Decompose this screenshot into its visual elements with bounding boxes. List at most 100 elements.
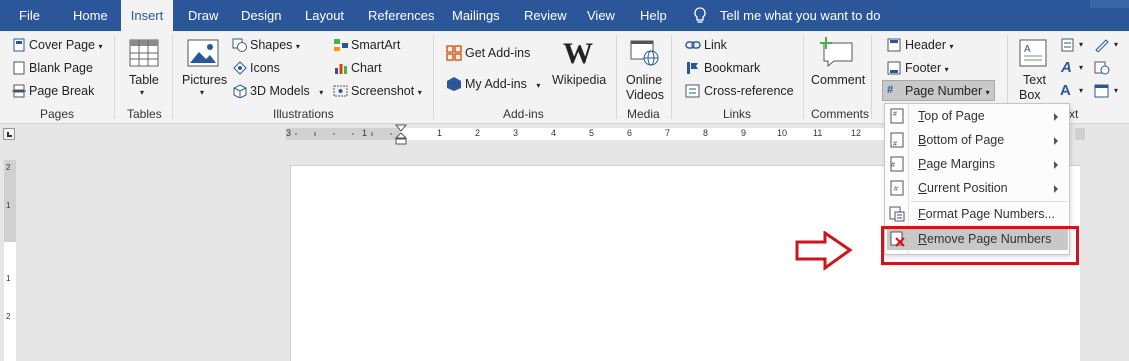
page-number-label: Page Number ▾ — [905, 84, 990, 98]
store-icon — [446, 45, 462, 61]
tab-view[interactable]: View — [587, 0, 615, 31]
red-highlight-box-annotation — [881, 226, 1079, 265]
menu-item-current-position[interactable]: Current Position — [918, 181, 1008, 195]
group-label-tables: Tables — [127, 107, 162, 121]
cover-page-button[interactable]: Cover Page ▾ — [29, 38, 103, 52]
lightbulb-icon — [694, 7, 706, 23]
menu-item-bottom-of-page[interactable]: Bottom of Page — [918, 133, 1004, 147]
menu-item-label: op of Page — [924, 109, 985, 123]
text-box-label-2[interactable]: Box — [1019, 88, 1041, 102]
object-dropdown[interactable]: ▾ — [1114, 86, 1118, 95]
ruler-number: 10 — [777, 128, 788, 138]
ruler-number: 2 — [475, 128, 481, 138]
cross-reference-button[interactable]: Cross-reference — [704, 84, 794, 98]
cross-reference-icon — [685, 84, 700, 98]
get-add-ins-button[interactable]: Get Add-ins — [465, 46, 530, 60]
blank-page-button[interactable]: Blank Page — [29, 61, 93, 75]
chart-button[interactable]: Chart — [351, 61, 382, 75]
cover-page-label: Cover Page — [29, 38, 96, 52]
tab-selector[interactable] — [3, 128, 15, 140]
tab-design[interactable]: Design — [241, 0, 281, 31]
tab-help[interactable]: Help — [640, 0, 667, 31]
header-label: Header — [905, 38, 946, 52]
my-add-ins-button[interactable]: My Add-ins ▾ — [465, 77, 540, 91]
tab-insert[interactable]: Insert — [121, 0, 173, 31]
page-break-button[interactable]: Page Break — [29, 84, 94, 98]
wordart-icon[interactable]: A — [1061, 59, 1072, 76]
accelerator-key: C — [918, 181, 928, 195]
tab-home[interactable]: Home — [73, 0, 108, 31]
ruler-number: 5 — [589, 128, 595, 138]
drop-cap-dropdown[interactable]: ▾ — [1079, 86, 1083, 95]
footer-button[interactable]: Footer ▾ — [905, 61, 949, 75]
ruler-number: 11 — [813, 128, 823, 138]
3d-models-label: 3D Models — [250, 84, 310, 98]
header-icon — [887, 38, 901, 52]
group-label-pages: Pages — [40, 107, 75, 121]
3d-models-button[interactable]: 3D Models ▾ — [250, 84, 323, 98]
ribbon-tab-bar: File Home Insert Draw Design Layout Refe… — [0, 0, 1129, 31]
group-separator — [671, 35, 672, 119]
icons-button[interactable]: Icons — [250, 61, 280, 75]
ruler-number: 3 — [286, 128, 292, 138]
tab-draw[interactable]: Draw — [188, 0, 218, 31]
table-dropdown-arrow[interactable]: ▾ — [140, 88, 144, 97]
text-box-label-1[interactable]: Text — [1023, 73, 1046, 87]
bookmark-icon — [687, 62, 698, 74]
link-button[interactable]: Link — [704, 38, 727, 52]
wordart-dropdown[interactable]: ▾ — [1079, 63, 1083, 72]
screenshot-button[interactable]: Screenshot ▾ — [351, 84, 422, 98]
group-label-links: Links — [723, 107, 752, 121]
menu-separator — [910, 201, 1068, 202]
date-time-icon — [1094, 61, 1110, 75]
group-separator — [803, 35, 804, 119]
submenu-arrow-icon — [1054, 137, 1058, 145]
footer-label: Footer — [905, 61, 942, 75]
tab-review[interactable]: Review — [524, 0, 567, 31]
vertical-ruler[interactable] — [4, 242, 16, 361]
tab-references[interactable]: References — [368, 0, 434, 31]
menu-item-format-page-numbers[interactable]: Format Page Numbers... — [918, 207, 1055, 221]
page-number-icon: # — [887, 84, 894, 96]
table-button[interactable]: Table — [129, 73, 159, 87]
group-label-illustrations: Illustrations — [273, 107, 334, 121]
signature-dropdown[interactable]: ▾ — [1114, 40, 1118, 49]
tab-file[interactable]: File — [19, 0, 40, 31]
smartart-button[interactable]: SmartArt — [351, 38, 400, 52]
shapes-label: Shapes — [250, 38, 293, 52]
indent-marker[interactable] — [395, 124, 407, 146]
page-number-text: Page Number — [905, 84, 983, 98]
wikipedia-button[interactable]: Wikipedia — [552, 73, 606, 87]
tab-layout[interactable]: Layout — [305, 0, 344, 31]
ruler-ticks — [295, 132, 392, 136]
ruler-number: 9 — [741, 128, 747, 138]
tab-mailings[interactable]: Mailings — [452, 0, 500, 31]
vertical-ruler-number: 1 — [6, 274, 11, 283]
screenshot-icon — [333, 85, 348, 97]
ruler-number: 6 — [627, 128, 633, 138]
quick-parts-dropdown[interactable]: ▾ — [1079, 40, 1083, 49]
menu-item-top-of-page[interactable]: Top of Page — [918, 109, 985, 123]
group-label-media: Media — [627, 107, 660, 121]
cover-page-icon — [13, 38, 25, 52]
pictures-dropdown-arrow[interactable]: ▾ — [200, 88, 204, 97]
pictures-icon — [187, 39, 219, 67]
header-button[interactable]: Header ▾ — [905, 38, 954, 52]
bookmark-button[interactable]: Bookmark — [704, 61, 760, 75]
menu-item-page-margins[interactable]: Page Margins — [918, 157, 995, 171]
drop-cap-icon[interactable]: A — [1060, 82, 1071, 99]
my-add-ins-icon — [447, 77, 461, 91]
format-page-numbers-icon — [889, 206, 905, 222]
group-label-text: xt — [1069, 107, 1079, 121]
text-box-icon: A — [1019, 39, 1047, 67]
pictures-button[interactable]: Pictures — [182, 73, 227, 87]
red-arrow-annotation — [795, 231, 853, 271]
page-margins-icon: # — [890, 156, 904, 172]
ruler-number: 1 — [362, 128, 368, 138]
comment-button[interactable]: Comment — [811, 73, 865, 87]
shapes-button[interactable]: Shapes ▾ — [250, 38, 300, 52]
tell-me-search[interactable]: Tell me what you want to do — [720, 0, 880, 31]
online-videos-label-1[interactable]: Online — [626, 73, 662, 87]
online-videos-label-2[interactable]: Videos — [626, 88, 664, 102]
menu-item-label: age Margins — [926, 157, 996, 171]
